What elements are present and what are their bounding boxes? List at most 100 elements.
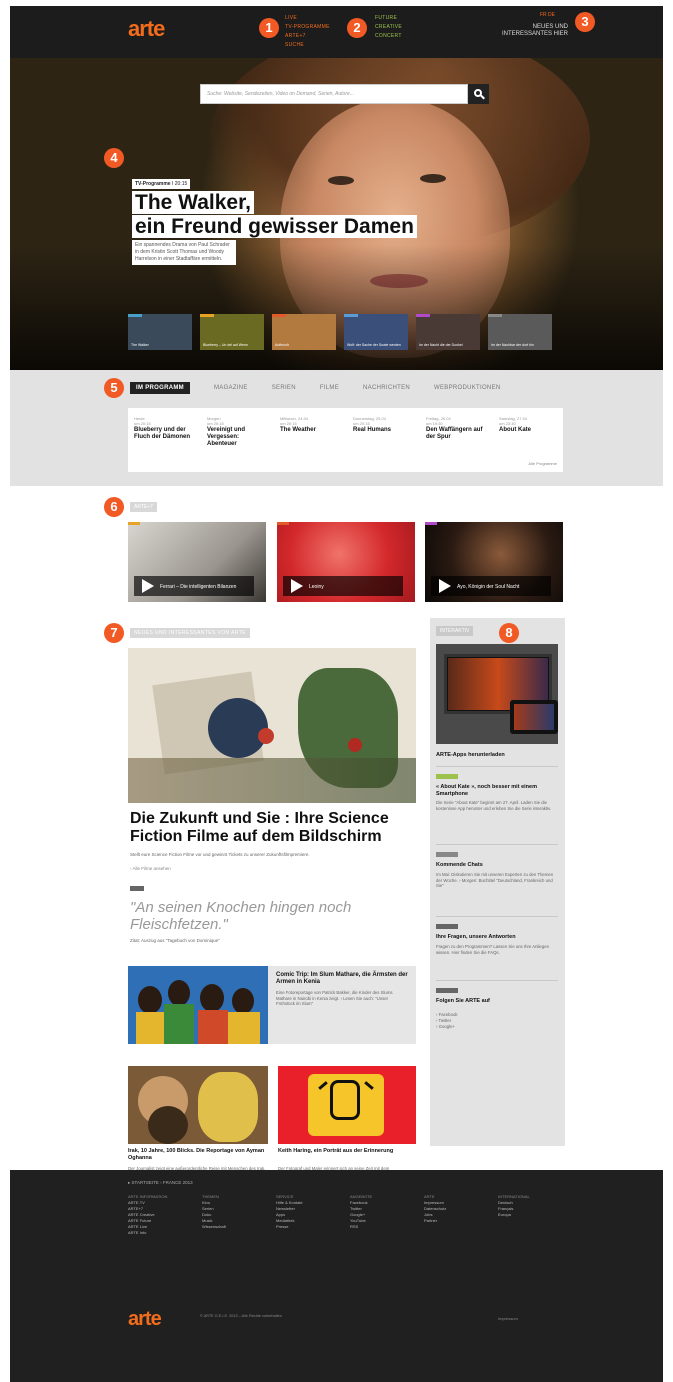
feature-art-shape <box>258 728 274 744</box>
sidebar-item-faq[interactable]: Ihre Fragen, unsere Antworten <box>436 934 558 941</box>
article-image-iraq[interactable] <box>128 1066 268 1144</box>
footer-link[interactable]: ARTE Info <box>128 1230 188 1236</box>
footer-link[interactable]: RSS <box>350 1224 410 1230</box>
nav-item-future[interactable]: FUTURE <box>375 14 402 23</box>
tab-webproduktionen[interactable]: WEBPRODUKTIONEN <box>434 382 501 394</box>
programme-title: About Kate <box>499 427 531 433</box>
article-description: Eine Fotoreportage von Patrick Bakker, d… <box>276 990 393 1006</box>
article-title-iraq[interactable]: Irak, 10 Jahre, 100 Blicks. Die Reportag… <box>128 1148 268 1161</box>
search-button[interactable] <box>468 84 489 104</box>
hero-thumbnail[interactable]: Im der Nachbar der dort hin <box>488 314 552 350</box>
programme-time: um 20:15 <box>207 421 224 426</box>
article-image-haring[interactable] <box>278 1066 416 1144</box>
programme-time: um 20:15 <box>353 421 370 426</box>
tab-serien[interactable]: SERIEN <box>272 382 296 394</box>
arte-logo[interactable]: arte <box>128 16 165 42</box>
hero-thumbnail[interactable]: Aufbruch <box>272 314 336 350</box>
nav-item-concert[interactable]: CONCERT <box>375 32 402 41</box>
annotation-badge-6: 6 <box>104 497 124 517</box>
news-link[interactable]: NEUES UND INTERESSANTES HIER <box>498 24 568 38</box>
image-figure <box>200 984 224 1012</box>
hero-thumbnail[interactable]: Im der Nacht die der Dunkel <box>416 314 480 350</box>
article-title: Comic Trip: Im Slum Mathare, die Ärmsten… <box>276 972 408 985</box>
hero-banner: Suche: Website, Sendezeiten, Video on De… <box>10 58 663 370</box>
programme-title: Blueberry und der Fluch der Dämonen <box>134 427 191 440</box>
hero-teaser[interactable]: TV-Programme I 20:15 The Walker, ein Fre… <box>132 172 417 265</box>
programme-title: The Weather <box>280 427 316 433</box>
programme-time: um 20:15 <box>280 421 297 426</box>
programme-item[interactable]: Donnerstag, 25.04 um 20:15 Real Humans <box>353 416 411 434</box>
video-card[interactable]: Ferrari – Die intelligenten Bilanzen <box>128 522 266 602</box>
hero-thumbnail[interactable]: The Walker <box>128 314 192 350</box>
hero-kicker-label: TV-Programme <box>135 181 171 187</box>
feature-image[interactable] <box>128 648 416 803</box>
play-icon <box>142 579 154 593</box>
social-link-facebook[interactable]: › Facebook <box>436 1012 558 1018</box>
hero-thumbnail-caption: Aufbruch <box>275 343 290 347</box>
programme-item[interactable]: Mittwoch, 24.04 um 20:15 The Weather <box>280 416 338 434</box>
tab-im-programm[interactable]: IM PROGRAMM <box>130 382 190 394</box>
feature-description: Stellt eure Science Fiction Filme vor un… <box>130 852 310 857</box>
footer-breadcrumb[interactable]: ▸ STARTSEITE › FRANCE 2013 <box>128 1180 193 1186</box>
programme-item[interactable]: Heute um 20:15 Blueberry und der Fluch d… <box>134 416 192 441</box>
image-figure <box>198 1010 228 1044</box>
programme-time: um 19:30 <box>426 421 443 426</box>
nav-item-live[interactable]: LIVE <box>285 14 330 23</box>
hero-title-line1: The Walker, <box>132 191 254 214</box>
programme-title: Vereinigt und Vergessen: Abenteuer <box>207 427 246 447</box>
programme-item[interactable]: Freitag, 26.04 um 19:30 Den Waffängern a… <box>426 416 484 441</box>
nav-item-suche[interactable]: SUCHE <box>285 41 330 50</box>
video-card[interactable]: Leoiny <box>277 522 415 602</box>
sidebar-item-about-kate[interactable]: « About Kate », noch besser mit einem Sm… <box>436 784 558 798</box>
search-input[interactable]: Suche: Website, Sendezeiten, Video on De… <box>200 84 468 104</box>
image-figure <box>148 1106 188 1144</box>
hero-thumbnail[interactable]: Wolf: der Sache der Sowie werden <box>344 314 408 350</box>
hero-thumbnail-caption: Im der Nacht die der Dunkel <box>419 343 463 347</box>
hero-kicker-time: I 20:15 <box>171 181 188 187</box>
language-switch[interactable]: FR DE <box>540 12 555 18</box>
sidebar-label: INTERAKTIV <box>436 626 474 636</box>
programme-item[interactable]: Samstag, 27.04 um 23:30 About Kate <box>499 416 557 434</box>
footer-column: ARTE INFORMATION ARTE.TV ARTE+7 ARTE Cre… <box>128 1194 188 1236</box>
programme-item[interactable]: Morgen um 20:15 Vereinigt und Vergessen:… <box>207 416 265 448</box>
footer-link[interactable]: Presse <box>276 1224 336 1230</box>
annotation-badge-4: 4 <box>104 148 124 168</box>
articles-section-label: NEUES UND INTERESSANTES VON ARTE <box>130 628 250 638</box>
article-image-kenya[interactable] <box>128 966 268 1044</box>
programme-title: Den Waffängern auf der Spur <box>426 427 483 440</box>
apps-download-link[interactable]: ARTE-Apps herunterladen <box>436 752 558 759</box>
footer-link[interactable]: Partner <box>424 1218 484 1224</box>
feature-link[interactable]: › Alle Filme ansehen <box>130 866 171 871</box>
tab-filme[interactable]: FILME <box>320 382 339 394</box>
footer-link[interactable]: Europa <box>498 1212 558 1218</box>
tab-nachrichten[interactable]: NACHRICHTEN <box>363 382 410 394</box>
feature-title[interactable]: Die Zukunft und Sie : Ihre Science Ficti… <box>130 810 420 846</box>
tab-magazine[interactable]: MAGAZINE <box>214 382 248 394</box>
category-tag <box>425 522 437 525</box>
footer-column: THEMEN Kino Serien Doku Musik Wissenscha… <box>202 1194 262 1230</box>
footer-imprint-link[interactable]: Impressum <box>498 1316 518 1321</box>
nav-item-tv-programme[interactable]: TV-PROGRAMME <box>285 23 330 32</box>
search-icon-handle <box>480 94 485 100</box>
sidebar-item-chats[interactable]: Kommende Chats <box>436 862 558 869</box>
nav-item-arte7[interactable]: ARTE+7 <box>285 32 330 41</box>
tablet-screen <box>514 704 554 730</box>
footer-copyright: © ARTE G.E.I.E. 2013 – Alle Rechte vorbe… <box>200 1314 282 1318</box>
apps-image[interactable] <box>436 644 558 744</box>
quote-text: "An seinen Knochen hingen noch Fleischfe… <box>130 899 352 933</box>
footer-link[interactable]: Wissenschaft <box>202 1224 262 1230</box>
footer-column: ARTE Impressum Datenschutz Jobs Partner <box>424 1194 484 1224</box>
social-link-google[interactable]: › Google+ <box>436 1024 558 1030</box>
footer-arte-logo[interactable]: arte <box>128 1308 162 1331</box>
all-programmes-link[interactable]: Alle Programme <box>528 461 557 466</box>
annotation-badge-5: 5 <box>104 378 124 398</box>
article-card-kenya[interactable]: Comic Trip: Im Slum Mathare, die Ärmsten… <box>268 966 416 1044</box>
image-figure <box>138 986 162 1014</box>
hero-thumbnail[interactable]: Blueberry – Un del auf Wenn <box>200 314 264 350</box>
sidebar-text: Im Mai: Diskutieren Sie mit unseren Expe… <box>436 872 554 888</box>
social-link-twitter[interactable]: › Twitter <box>436 1018 558 1024</box>
video-card[interactable]: Ayo, Königin der Soul Nacht <box>425 522 563 602</box>
article-title-haring[interactable]: Keith Haring, ein Porträt aus der Erinne… <box>278 1148 418 1155</box>
nav-item-creative[interactable]: CREATIVE <box>375 23 402 32</box>
sidebar: INTERAKTIV ARTE-Apps herunterladen « Abo… <box>430 618 565 1146</box>
